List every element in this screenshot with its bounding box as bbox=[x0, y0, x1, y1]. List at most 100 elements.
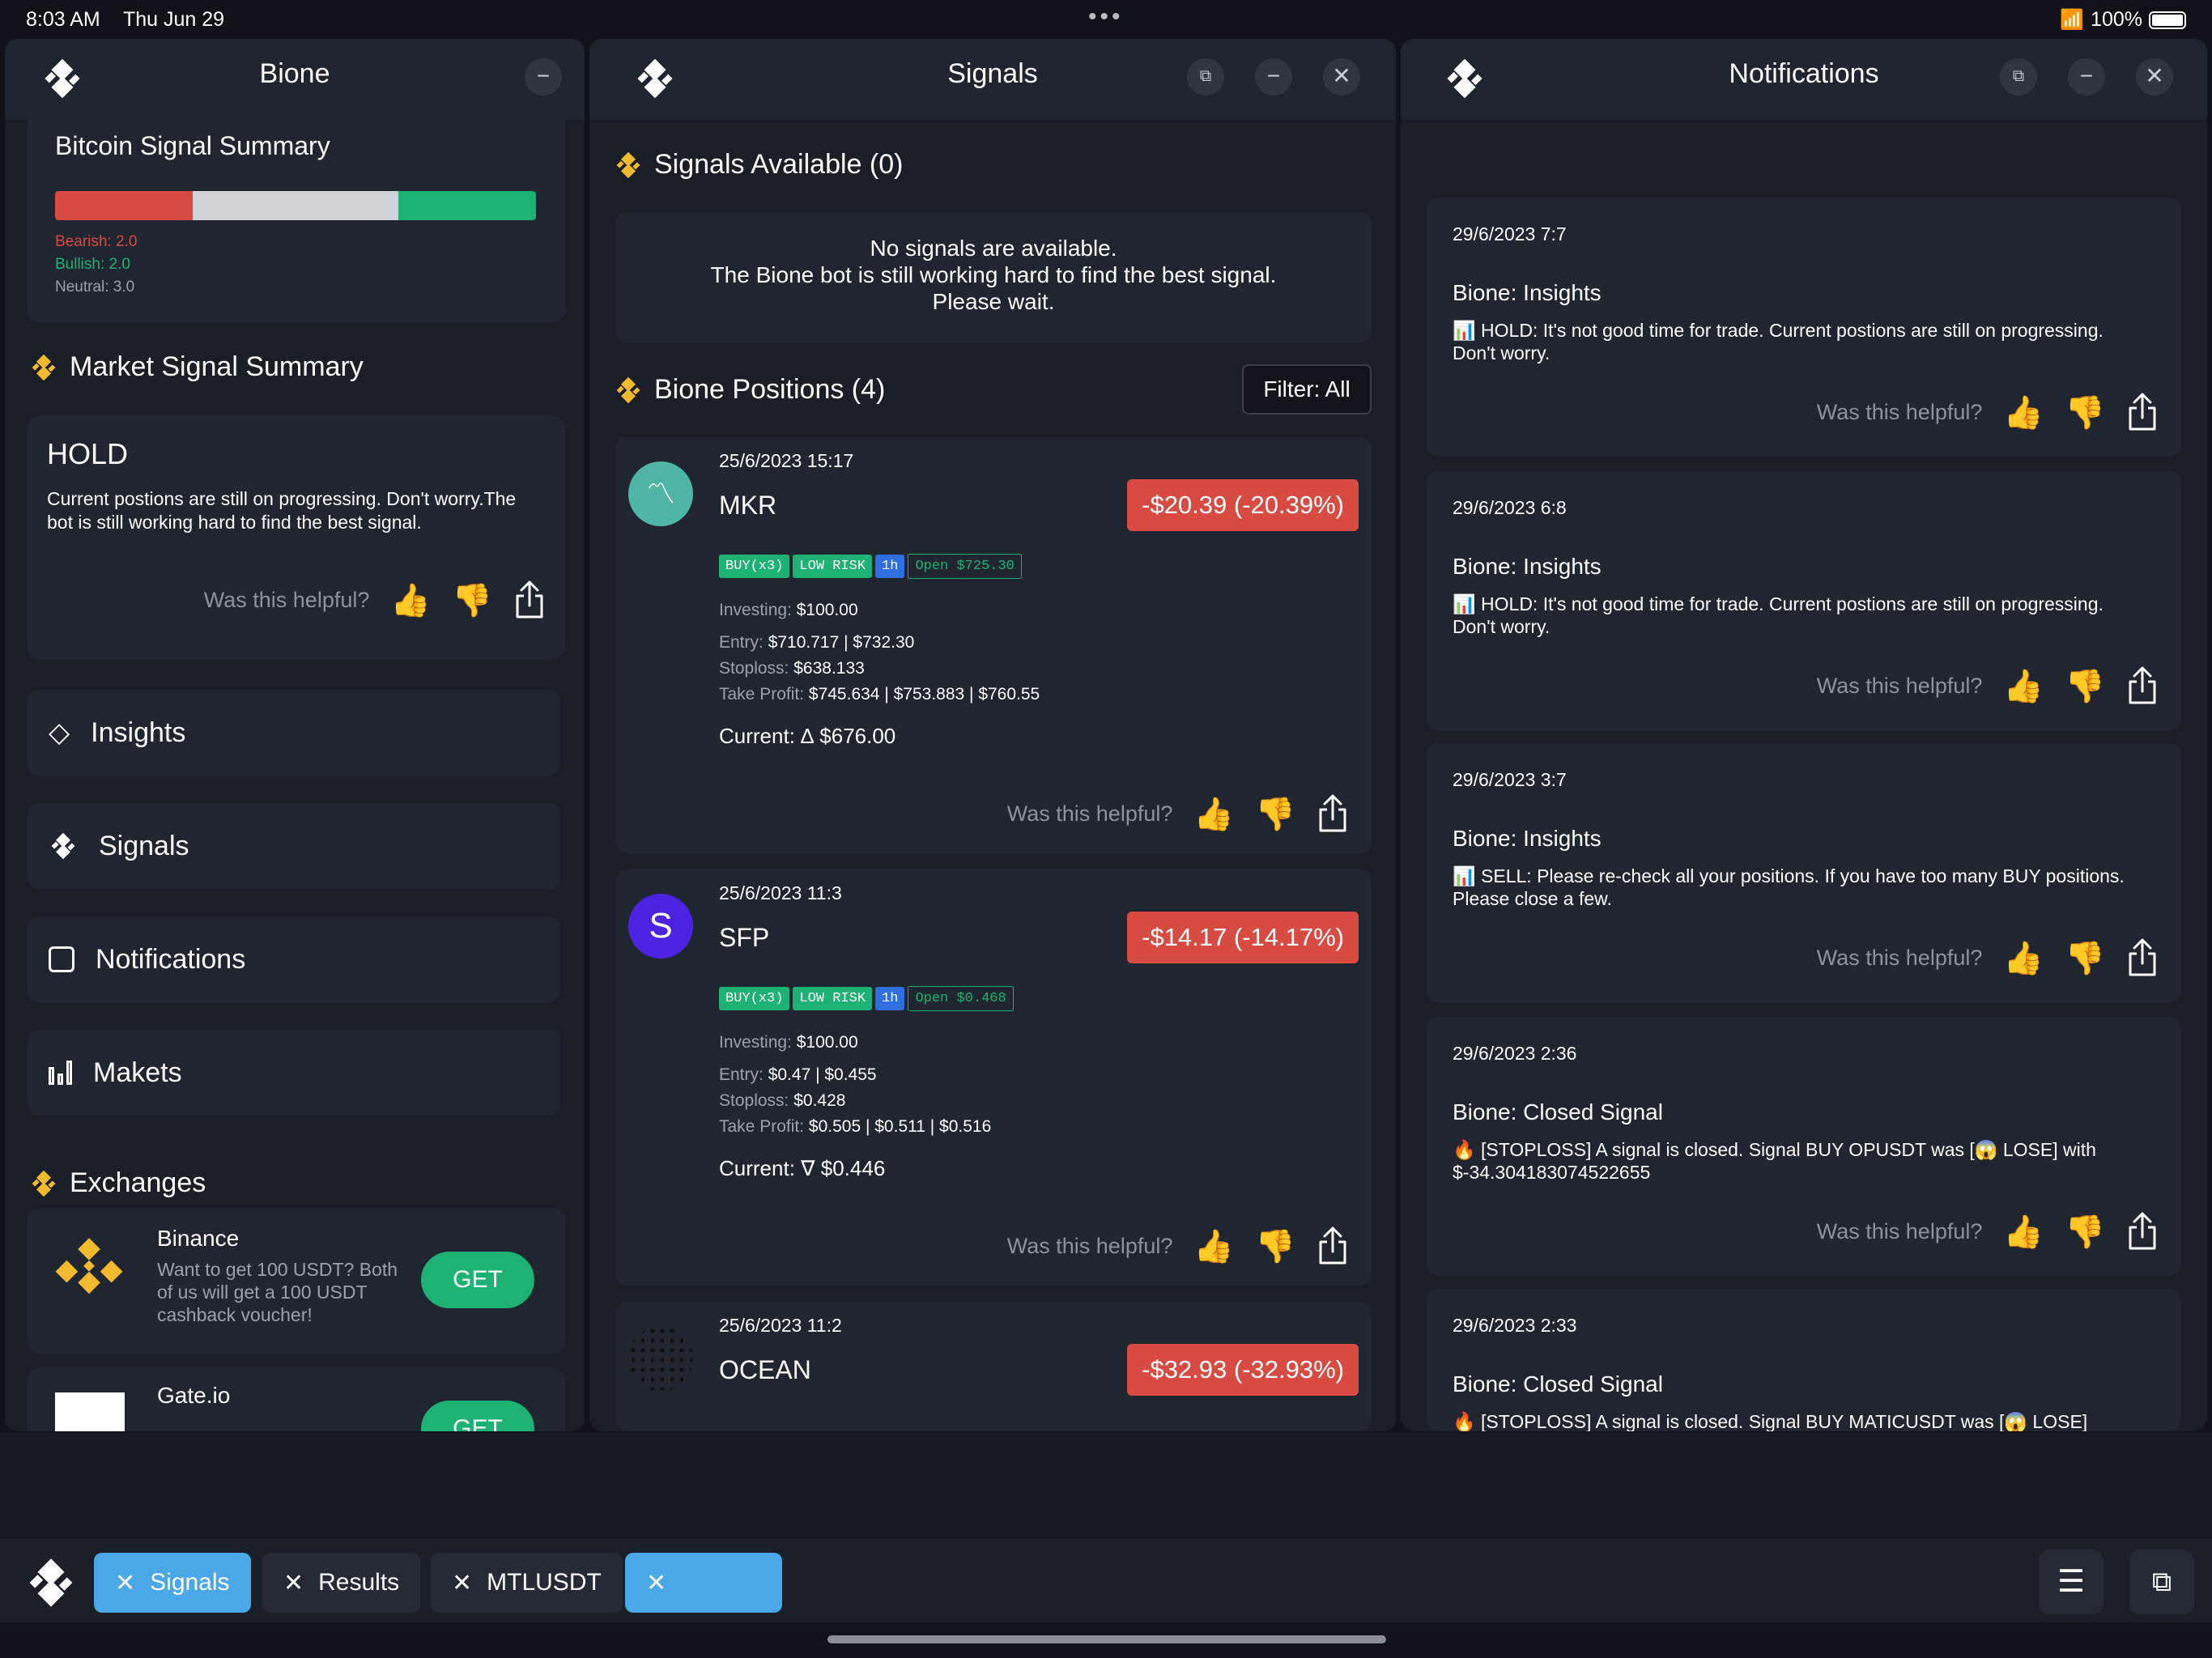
close-icon[interactable]: ✕ bbox=[452, 1569, 472, 1597]
tags-row: BUY(x3) LOW RISK 1h Open $0.468 bbox=[719, 986, 1017, 1011]
position-card[interactable]: 25/6/2023 11:2 OCEAN -$32.93 (-32.93%) bbox=[615, 1302, 1372, 1431]
take-profit-label: Take Profit: bbox=[719, 1117, 805, 1136]
get-button[interactable]: GET bbox=[421, 1252, 534, 1308]
entry-row: Entry: $0.47 | $0.455 bbox=[719, 1065, 877, 1085]
thumbs-down-icon[interactable]: 👎 bbox=[2065, 1213, 2105, 1251]
get-button[interactable]: GET bbox=[421, 1401, 534, 1431]
thumbs-up-icon[interactable]: 👍 bbox=[2003, 393, 2044, 432]
exchanges-header: Exchanges bbox=[29, 1167, 206, 1199]
thumbs-up-icon[interactable]: 👍 bbox=[1193, 1227, 1234, 1265]
nav-item-signals[interactable]: Signals bbox=[28, 803, 560, 889]
stoploss-label: Stoploss: bbox=[719, 659, 789, 678]
empty-message-line: The Bione bot is still working hard to f… bbox=[710, 262, 1277, 287]
share-icon[interactable] bbox=[1317, 793, 1349, 834]
feedback-row: Was this helpful? 👍 👎 bbox=[1007, 793, 1349, 834]
position-card[interactable]: S 25/6/2023 11:3 SFP -$14.17 (-14.17%) B… bbox=[615, 869, 1372, 1286]
helpful-label: Was this helpful? bbox=[1006, 1233, 1173, 1258]
feedback-row: Was this helpful? 👍 👎 bbox=[1007, 1226, 1349, 1266]
thumbs-up-icon[interactable]: 👍 bbox=[2003, 939, 2044, 977]
exchange-description: Want to get 100 USDT? Both of us will ge… bbox=[157, 1259, 398, 1325]
coin-logo-mkr: 〽 bbox=[628, 461, 693, 526]
entry-value: $0.47 | $0.455 bbox=[768, 1065, 877, 1084]
multitask-dots-icon[interactable]: ••• bbox=[1088, 3, 1124, 31]
diamond-icon: ◇ bbox=[49, 717, 70, 748]
minimize-button[interactable]: − bbox=[1255, 58, 1292, 96]
status-time: 8:03 AM bbox=[26, 8, 100, 31]
pnl-badge: -$14.17 (-14.17%) bbox=[1127, 912, 1359, 963]
thumbs-down-icon[interactable]: 👎 bbox=[1255, 1227, 1295, 1265]
pnl-badge: -$20.39 (-20.39%) bbox=[1127, 479, 1359, 531]
filter-button[interactable]: Filter: All bbox=[1242, 364, 1372, 414]
status-date: Thu Jun 29 bbox=[123, 8, 225, 31]
nav-item-markets[interactable]: Makets bbox=[28, 1030, 560, 1116]
thumbs-down-icon[interactable]: 👎 bbox=[2065, 939, 2105, 977]
notification-title: Bione: Insights bbox=[1453, 826, 1602, 851]
bione-logo-icon bbox=[614, 151, 643, 180]
home-indicator[interactable] bbox=[827, 1635, 1386, 1643]
workspace-empty-area bbox=[0, 1433, 2212, 1537]
bione-panel: Bione − Bitcoin Signal Summary Bearish: … bbox=[5, 39, 585, 1431]
close-icon[interactable]: ✕ bbox=[283, 1569, 304, 1597]
share-icon[interactable] bbox=[513, 580, 546, 620]
nav-item-label: Notifications bbox=[96, 943, 246, 975]
thumbs-down-icon[interactable]: 👎 bbox=[2065, 667, 2105, 705]
market-summary-title: Market Signal Summary bbox=[70, 351, 364, 382]
panel-header: Signals ⧉ − ✕ bbox=[589, 39, 1396, 120]
tag-risk: LOW RISK bbox=[793, 987, 873, 1010]
share-icon[interactable] bbox=[2126, 937, 2159, 978]
pnl-badge: -$32.93 (-32.93%) bbox=[1127, 1344, 1359, 1396]
stoploss-label: Stoploss: bbox=[719, 1091, 789, 1110]
tab-mtlusdt[interactable]: ✕ MTLUSDT bbox=[431, 1553, 623, 1613]
thumbs-up-icon[interactable]: 👍 bbox=[2003, 667, 2044, 705]
restore-button[interactable]: ⧉ bbox=[1187, 58, 1224, 96]
helpful-label: Was this helpful? bbox=[1816, 1218, 1983, 1244]
battery-percent: 100% bbox=[2091, 8, 2142, 31]
thumbs-up-icon[interactable]: 👍 bbox=[2003, 1213, 2044, 1251]
window-manager-button[interactable]: ⧉ bbox=[2129, 1550, 2194, 1614]
thumbs-down-icon[interactable]: 👎 bbox=[452, 581, 492, 619]
close-icon[interactable]: ✕ bbox=[646, 1569, 666, 1597]
share-icon[interactable] bbox=[2126, 1211, 2159, 1252]
close-icon[interactable]: ✕ bbox=[115, 1569, 135, 1597]
position-symbol: SFP bbox=[719, 923, 770, 952]
share-icon[interactable] bbox=[1317, 1226, 1349, 1266]
close-button[interactable]: ✕ bbox=[2136, 58, 2173, 96]
notification-title: Bione: Insights bbox=[1453, 554, 1602, 579]
market-status: HOLD bbox=[47, 437, 129, 470]
tag-timeframe: 1h bbox=[875, 987, 905, 1010]
tab-results[interactable]: ✕ Results bbox=[262, 1553, 421, 1613]
minimize-button[interactable]: − bbox=[2068, 58, 2105, 96]
tab-unnamed[interactable]: ✕ bbox=[625, 1553, 782, 1613]
panel-header: Bione − bbox=[5, 39, 585, 120]
share-icon[interactable] bbox=[2126, 665, 2159, 706]
bione-logo-icon[interactable] bbox=[24, 1556, 78, 1609]
investing-label: Investing: bbox=[719, 1033, 792, 1052]
thumbs-down-icon[interactable]: 👎 bbox=[2065, 393, 2105, 432]
notification-title: Bione: Closed Signal bbox=[1453, 1371, 1663, 1397]
feedback-row: Was this helpful? 👍 👎 bbox=[1817, 665, 2159, 706]
tab-signals[interactable]: ✕ Signals bbox=[94, 1553, 251, 1613]
layers-button[interactable]: ☰ bbox=[2039, 1550, 2104, 1614]
restore-button[interactable]: ⧉ bbox=[2000, 58, 2037, 96]
battery-icon bbox=[2149, 11, 2186, 29]
thumbs-down-icon[interactable]: 👎 bbox=[1255, 795, 1295, 833]
current-price: Current: ∆ $676.00 bbox=[719, 724, 896, 748]
tab-label: Results bbox=[318, 1569, 400, 1596]
layers-icon: ☰ bbox=[2057, 1565, 2086, 1599]
position-card[interactable]: 〽 25/6/2023 15:17 MKR -$20.39 (-20.39%) … bbox=[615, 437, 1372, 853]
tag-buy: BUY(x3) bbox=[719, 987, 790, 1010]
nav-item-notifications[interactable]: Notifications bbox=[28, 916, 560, 1002]
bitcoin-summary-card: Bitcoin Signal Summary Bearish: 2.0 Bull… bbox=[28, 120, 565, 322]
share-icon[interactable] bbox=[2126, 392, 2159, 432]
helpful-label: Was this helpful? bbox=[1006, 801, 1173, 826]
thumbs-up-icon[interactable]: 👍 bbox=[390, 581, 431, 619]
coin-logo-sfp: S bbox=[628, 894, 693, 959]
close-button[interactable]: ✕ bbox=[1323, 58, 1360, 96]
positions-header: Bione Positions (4) bbox=[614, 374, 885, 406]
thumbs-up-icon[interactable]: 👍 bbox=[1193, 795, 1234, 833]
helpful-label: Was this helpful? bbox=[1816, 399, 1983, 424]
entry-value: $710.717 | $732.30 bbox=[768, 633, 915, 652]
tag-buy: BUY(x3) bbox=[719, 555, 790, 578]
minimize-button[interactable]: − bbox=[525, 58, 562, 96]
nav-item-insights[interactable]: ◇ Insights bbox=[28, 690, 560, 776]
